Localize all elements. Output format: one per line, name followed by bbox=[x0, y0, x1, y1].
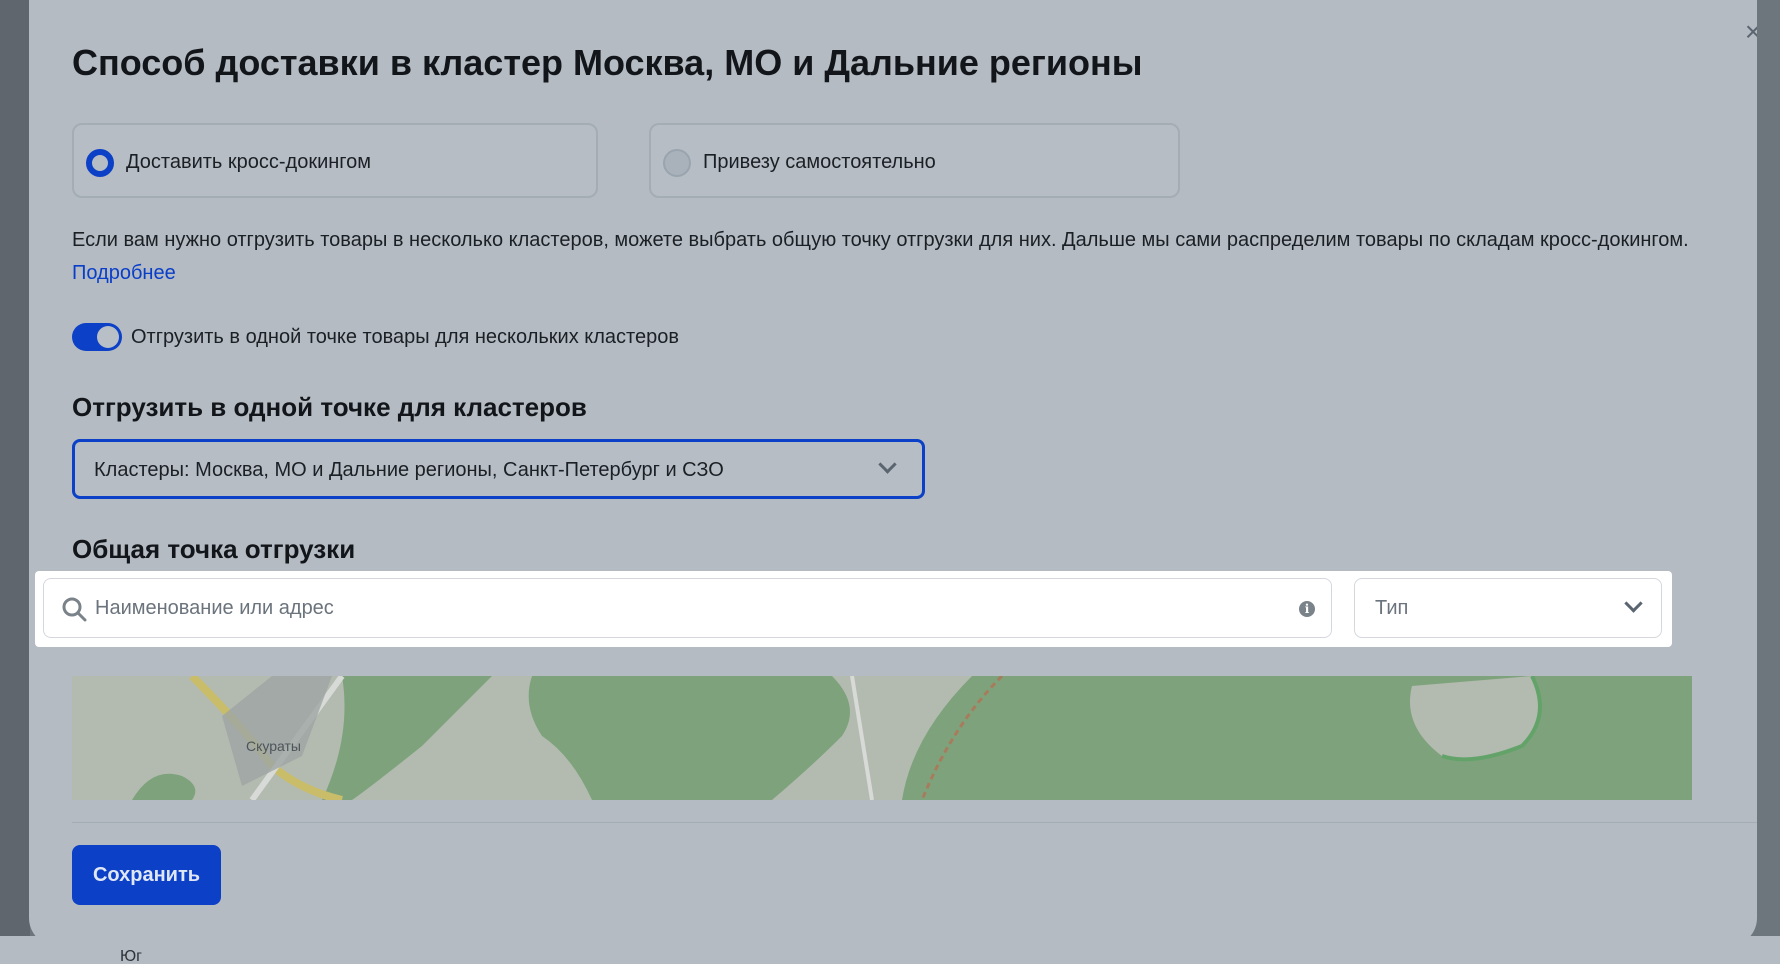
toggle-label: Отгрузить в одной точке товары для неско… bbox=[131, 326, 679, 348]
close-icon[interactable]: × bbox=[1741, 18, 1757, 46]
option-label: Привезу самостоятельно bbox=[703, 151, 936, 173]
map-image bbox=[72, 676, 1692, 800]
save-button[interactable]: Сохранить bbox=[72, 845, 221, 905]
search-icon bbox=[62, 597, 87, 622]
chevron-down-icon bbox=[1624, 594, 1643, 613]
map-place-label: Скураты bbox=[246, 738, 301, 754]
radio-selected-icon[interactable] bbox=[86, 149, 114, 177]
delivery-method-modal: × Способ доставки в кластер Москва, МО и… bbox=[29, 0, 1757, 946]
background-page-text: Юг bbox=[120, 948, 142, 964]
footer-divider bbox=[72, 822, 1757, 823]
info-text: Если вам нужно отгрузить товары в нескол… bbox=[72, 229, 1689, 251]
clusters-heading: Отгрузить в одной точке для кластеров bbox=[72, 392, 587, 422]
search-input[interactable]: Наименование или адрес i bbox=[43, 578, 1332, 638]
more-info-link[interactable]: Подробнее bbox=[72, 262, 176, 284]
chevron-down-icon bbox=[878, 455, 897, 474]
info-icon[interactable]: i bbox=[1299, 601, 1315, 617]
modal-title: Способ доставки в кластер Москва, МО и Д… bbox=[72, 42, 1143, 83]
toggle-knob bbox=[97, 326, 119, 348]
info-paragraph: Если вам нужно отгрузить товары в нескол… bbox=[72, 224, 1712, 290]
background-page-left bbox=[0, 0, 30, 964]
radio-unselected-icon[interactable] bbox=[663, 149, 691, 177]
single-point-toggle[interactable] bbox=[72, 323, 122, 351]
clusters-dropdown[interactable]: Кластеры: Москва, МО и Дальние регионы, … bbox=[72, 439, 925, 499]
type-dropdown[interactable]: Тип bbox=[1354, 578, 1662, 638]
shipping-point-heading: Общая точка отгрузки bbox=[72, 534, 356, 564]
shipping-point-search-panel: Наименование или адрес i Тип bbox=[35, 571, 1672, 647]
option-cross-docking[interactable]: Доставить кросс-докингом bbox=[72, 123, 598, 198]
option-self-delivery[interactable]: Привезу самостоятельно bbox=[649, 123, 1180, 198]
map[interactable]: Скураты bbox=[72, 676, 1692, 800]
clusters-dropdown-value: Кластеры: Москва, МО и Дальние регионы, … bbox=[94, 459, 724, 481]
type-dropdown-placeholder: Тип bbox=[1375, 597, 1409, 619]
option-label: Доставить кросс-докингом bbox=[126, 151, 372, 173]
search-placeholder: Наименование или адрес bbox=[95, 597, 334, 619]
